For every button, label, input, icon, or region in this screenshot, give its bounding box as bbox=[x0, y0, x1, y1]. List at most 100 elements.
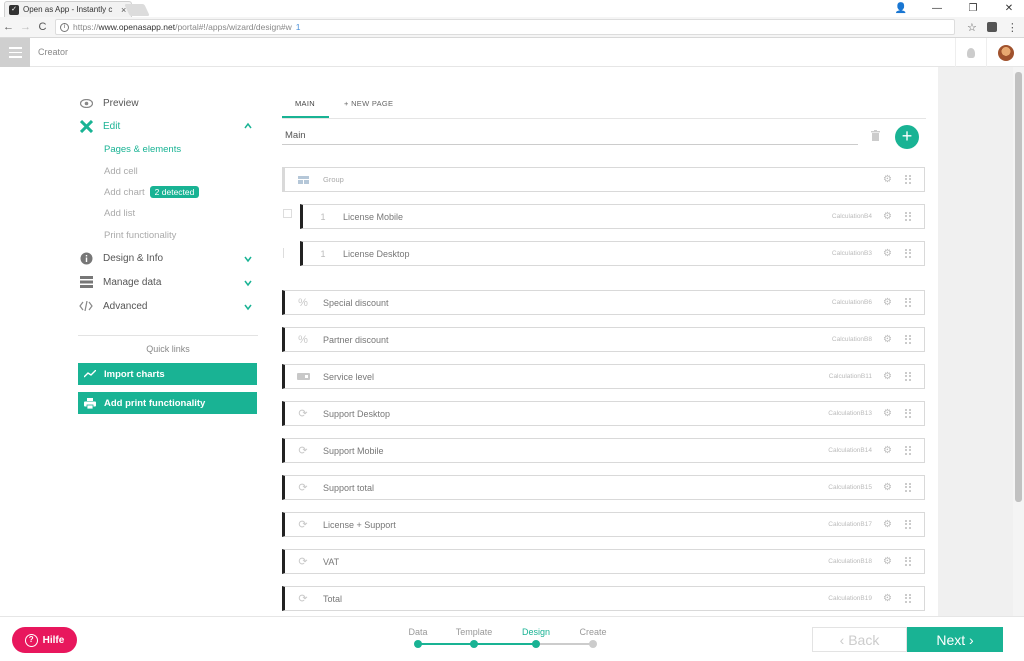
drag-handle-icon[interactable] bbox=[905, 175, 911, 184]
tab-main[interactable]: MAIN bbox=[295, 99, 315, 108]
minimize-icon[interactable]: — bbox=[930, 3, 944, 14]
sidebar-item-manage-data[interactable]: Manage data bbox=[79, 275, 161, 289]
forward-arrow-icon[interactable]: → bbox=[17, 21, 34, 33]
extension-icon[interactable] bbox=[986, 22, 997, 32]
tab-new-page[interactable]: + NEW PAGE bbox=[344, 99, 393, 108]
add-print-functionality-button[interactable]: Add print functionality bbox=[78, 392, 257, 414]
submenu-add-list[interactable]: Add list bbox=[104, 208, 135, 219]
sidebar-item-design-info[interactable]: Design & Info bbox=[79, 251, 163, 265]
maximize-icon[interactable]: ❐ bbox=[966, 3, 980, 14]
percent-icon: % bbox=[298, 296, 308, 309]
url-path: /portal#!/apps/wizard/design#w bbox=[175, 22, 292, 32]
back-arrow-icon[interactable]: ← bbox=[0, 21, 17, 33]
table-row[interactable]: ⟳ Support Mobile CalculationB14 ⚙ bbox=[282, 438, 925, 463]
table-row[interactable]: ⟳ Support total CalculationB15 ⚙ bbox=[282, 475, 925, 500]
chevron-down-icon[interactable] bbox=[244, 279, 252, 287]
settings-gear-icon[interactable]: ⚙ bbox=[883, 175, 892, 185]
add-element-button[interactable]: + bbox=[895, 125, 919, 149]
settings-gear-icon[interactable]: ⚙ bbox=[883, 520, 892, 530]
submenu-add-chart[interactable]: Add chart 2 detected bbox=[104, 186, 200, 198]
drag-handle-icon[interactable] bbox=[905, 446, 911, 455]
step-design[interactable]: Design bbox=[522, 627, 550, 637]
drag-handle-icon[interactable] bbox=[905, 557, 911, 566]
trash-icon[interactable] bbox=[871, 130, 880, 141]
sidebar-item-label: Design & Info bbox=[103, 252, 164, 264]
submenu-add-chart-label: Add chart bbox=[104, 187, 145, 198]
group-icon bbox=[293, 175, 313, 184]
table-row[interactable]: 1 License Mobile CalculationB4 ⚙ bbox=[300, 204, 925, 229]
drag-handle-icon[interactable] bbox=[905, 520, 911, 529]
group-row[interactable]: Group ⚙ bbox=[282, 167, 925, 192]
row-reference: CalculationB11 bbox=[828, 373, 872, 380]
drag-handle-icon[interactable] bbox=[905, 249, 911, 258]
footer-bar: ? Hilfe Data Template Design Create ‹ Ba… bbox=[0, 616, 1024, 661]
settings-gear-icon[interactable]: ⚙ bbox=[883, 409, 892, 419]
settings-gear-icon[interactable]: ⚙ bbox=[883, 483, 892, 493]
table-row[interactable]: ⟳ Total CalculationB19 ⚙ bbox=[282, 586, 925, 611]
question-icon: ? bbox=[24, 633, 38, 647]
account-icon[interactable]: 👤 bbox=[894, 3, 908, 14]
user-menu[interactable] bbox=[986, 38, 1024, 67]
sidebar-item-preview[interactable]: Preview bbox=[79, 96, 139, 110]
submenu-add-cell[interactable]: Add cell bbox=[104, 166, 138, 177]
drag-handle-icon[interactable] bbox=[905, 483, 911, 492]
page-name-input[interactable]: Main bbox=[285, 130, 306, 141]
drag-handle-icon[interactable] bbox=[905, 298, 911, 307]
site-info-icon[interactable]: i bbox=[60, 22, 69, 32]
drag-handle-icon[interactable] bbox=[905, 372, 911, 381]
row-label: Special discount bbox=[323, 297, 389, 308]
sidebar-item-label: Manage data bbox=[103, 276, 162, 288]
drag-handle-icon[interactable] bbox=[905, 212, 911, 221]
import-charts-button[interactable]: Import charts bbox=[78, 363, 257, 385]
drag-handle-icon[interactable] bbox=[905, 409, 911, 418]
next-button[interactable]: Next › bbox=[907, 627, 1003, 652]
settings-gear-icon[interactable]: ⚙ bbox=[883, 372, 892, 382]
reload-icon[interactable]: C bbox=[34, 21, 51, 33]
settings-gear-icon[interactable]: ⚙ bbox=[883, 335, 892, 345]
settings-gear-icon[interactable]: ⚙ bbox=[883, 557, 892, 567]
settings-gear-icon[interactable]: ⚙ bbox=[883, 212, 892, 222]
submenu-print-functionality[interactable]: Print functionality bbox=[104, 230, 176, 241]
chevron-down-icon[interactable] bbox=[244, 255, 252, 263]
step-template[interactable]: Template bbox=[456, 627, 493, 637]
browser-tab[interactable]: ✓ Open as App - Instantly c × bbox=[4, 1, 132, 17]
sidebar-item-edit[interactable]: Edit bbox=[79, 119, 120, 133]
settings-gear-icon[interactable]: ⚙ bbox=[883, 446, 892, 456]
browser-tabbar: ✓ Open as App - Instantly c × 👤 — ❐ ✕ bbox=[0, 0, 1024, 17]
step-create[interactable]: Create bbox=[579, 627, 606, 637]
sidebar-item-advanced[interactable]: Advanced bbox=[79, 299, 147, 313]
url-input[interactable]: i https:// www.openasapp.net /portal#!/a… bbox=[55, 19, 955, 35]
drag-handle-icon[interactable] bbox=[905, 335, 911, 344]
drag-handle-icon[interactable] bbox=[905, 594, 911, 603]
scrollbar-thumb[interactable] bbox=[1015, 72, 1022, 502]
new-tab-button[interactable] bbox=[124, 4, 150, 16]
settings-gear-icon[interactable]: ⚙ bbox=[883, 298, 892, 308]
step-dot bbox=[532, 640, 540, 648]
hamburger-menu-icon[interactable] bbox=[0, 38, 30, 67]
table-row[interactable]: % Partner discount CalculationB8 ⚙ bbox=[282, 327, 925, 352]
chevron-down-icon[interactable] bbox=[244, 303, 252, 311]
lightbulb-icon bbox=[966, 47, 975, 58]
browser-menu-icon[interactable]: ⋮ bbox=[1007, 21, 1018, 34]
row-label: VAT bbox=[323, 556, 340, 567]
table-row[interactable]: 1 License Desktop CalculationB3 ⚙ bbox=[300, 241, 925, 266]
help-button[interactable]: ? Hilfe bbox=[12, 627, 77, 653]
table-row[interactable]: ⟳ VAT CalculationB18 ⚙ bbox=[282, 549, 925, 574]
settings-gear-icon[interactable]: ⚙ bbox=[883, 594, 892, 604]
table-row[interactable]: Service level CalculationB11 ⚙ bbox=[282, 364, 925, 389]
table-row[interactable]: % Special discount CalculationB6 ⚙ bbox=[282, 290, 925, 315]
table-row[interactable]: ⟳ Support Desktop CalculationB13 ⚙ bbox=[282, 401, 925, 426]
row-number: 1 bbox=[320, 248, 326, 259]
step-data[interactable]: Data bbox=[408, 627, 427, 637]
row-label: Service level bbox=[323, 371, 375, 382]
table-row[interactable]: ⟳ License + Support CalculationB17 ⚙ bbox=[282, 512, 925, 537]
close-window-icon[interactable]: ✕ bbox=[1002, 3, 1016, 14]
back-button[interactable]: ‹ Back bbox=[812, 627, 907, 652]
child-connector bbox=[283, 209, 292, 218]
settings-gear-icon[interactable]: ⚙ bbox=[883, 249, 892, 259]
tips-button[interactable] bbox=[955, 38, 985, 67]
chevron-up-icon[interactable] bbox=[244, 122, 252, 130]
submenu-pages-elements[interactable]: Pages & elements bbox=[104, 144, 181, 155]
bookmark-star-icon[interactable]: ☆ bbox=[967, 21, 977, 34]
row-label: Support total bbox=[323, 482, 375, 493]
